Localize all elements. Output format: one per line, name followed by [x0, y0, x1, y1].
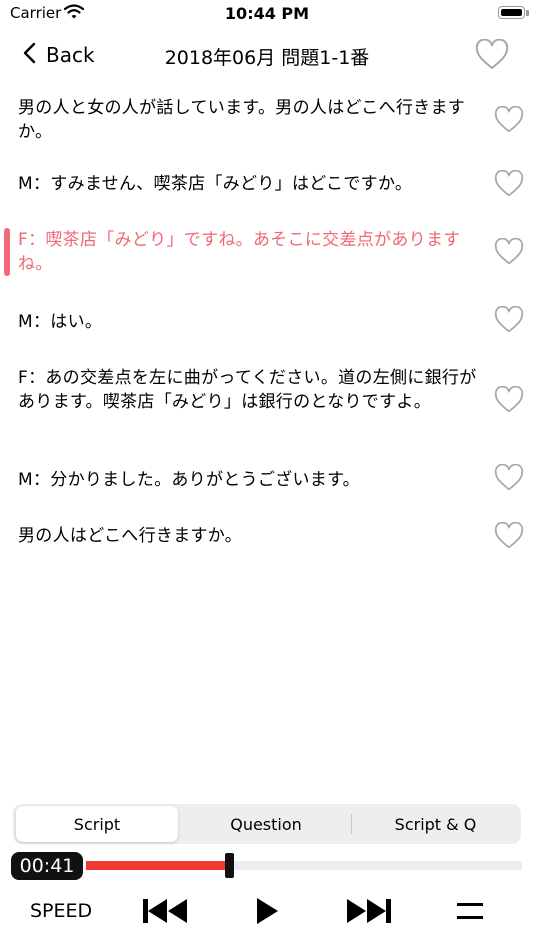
battery-tip — [526, 10, 529, 16]
script-line-text: 男の人と女の人が話しています。男の人はどこへ行きますか。 — [18, 98, 466, 142]
display-mode-segmented-control: Script Question Script & Q — [13, 804, 521, 844]
favorite-button[interactable] — [475, 38, 509, 75]
script-line[interactable]: 男の人はどこへ行きますか。 — [0, 520, 534, 556]
script-line[interactable]: F：あの交差点を左に曲がってください。道の左側に銀行があります。喫茶店「みどり」… — [0, 362, 534, 442]
progress-track[interactable] — [86, 861, 522, 870]
heart-outline-icon[interactable] — [494, 463, 524, 496]
chevron-left-icon — [22, 42, 36, 68]
progress-fill — [86, 861, 230, 870]
skip-forward-icon[interactable] — [344, 898, 392, 928]
heart-outline-icon[interactable] — [494, 385, 524, 418]
status-time: 10:44 PM — [224, 4, 310, 23]
elapsed-time: 00:41 — [11, 852, 83, 880]
status-bar: Carrier 10:44 PM — [0, 0, 534, 30]
script-line-text: F：喫茶店「みどり」ですね。あそこに交差点がありますね。 — [18, 230, 461, 274]
script-line[interactable]: M：分かりました。ありがとうございます。 — [0, 463, 534, 500]
play-icon[interactable] — [254, 896, 280, 930]
heart-outline-icon — [475, 38, 509, 75]
navigation-bar: Back 2018年06月 問題1-1番 — [0, 34, 534, 78]
script-line[interactable]: M：すみません、喫茶店「みどり」はどこですか。 — [0, 168, 534, 204]
heart-outline-icon[interactable] — [494, 105, 524, 138]
page-title: 2018年06月 問題1-1番 — [164, 47, 370, 69]
menu-icon[interactable] — [456, 900, 484, 926]
segment-script-and-question[interactable]: Script & Q — [353, 806, 518, 842]
speed-button[interactable]: SPEED — [30, 900, 92, 922]
segment-question[interactable]: Question — [183, 806, 349, 842]
heart-outline-icon[interactable] — [494, 237, 524, 270]
script-line[interactable]: 男の人と女の人が話しています。男の人はどこへ行きますか。 — [0, 92, 534, 148]
script-line-text: F：あの交差点を左に曲がってください。道の左側に銀行があります。喫茶店「みどり」… — [18, 368, 477, 412]
script-line-text: M：分かりました。ありがとうございます。 — [18, 470, 360, 490]
segment-script[interactable]: Script — [16, 806, 178, 842]
heart-outline-icon[interactable] — [494, 169, 524, 202]
progress-thumb[interactable] — [225, 853, 234, 878]
heart-outline-icon[interactable] — [494, 521, 524, 554]
script-line-active[interactable]: F：喫茶店「みどり」ですね。あそこに交差点がありますね。 — [0, 224, 534, 280]
skip-back-icon[interactable] — [142, 898, 190, 928]
back-label: Back — [46, 43, 95, 67]
battery-icon — [498, 6, 525, 19]
heart-outline-icon[interactable] — [494, 305, 524, 338]
script-line-text: M：はい。 — [18, 312, 103, 332]
script-line-text: M：すみません、喫茶店「みどり」はどこですか。 — [18, 174, 413, 194]
back-button[interactable]: Back — [22, 42, 95, 68]
segment-divider — [351, 814, 352, 834]
script-line-text: 男の人はどこへ行きますか。 — [18, 526, 243, 546]
active-line-indicator — [4, 228, 10, 276]
script-line[interactable]: M：はい。 — [0, 305, 534, 342]
